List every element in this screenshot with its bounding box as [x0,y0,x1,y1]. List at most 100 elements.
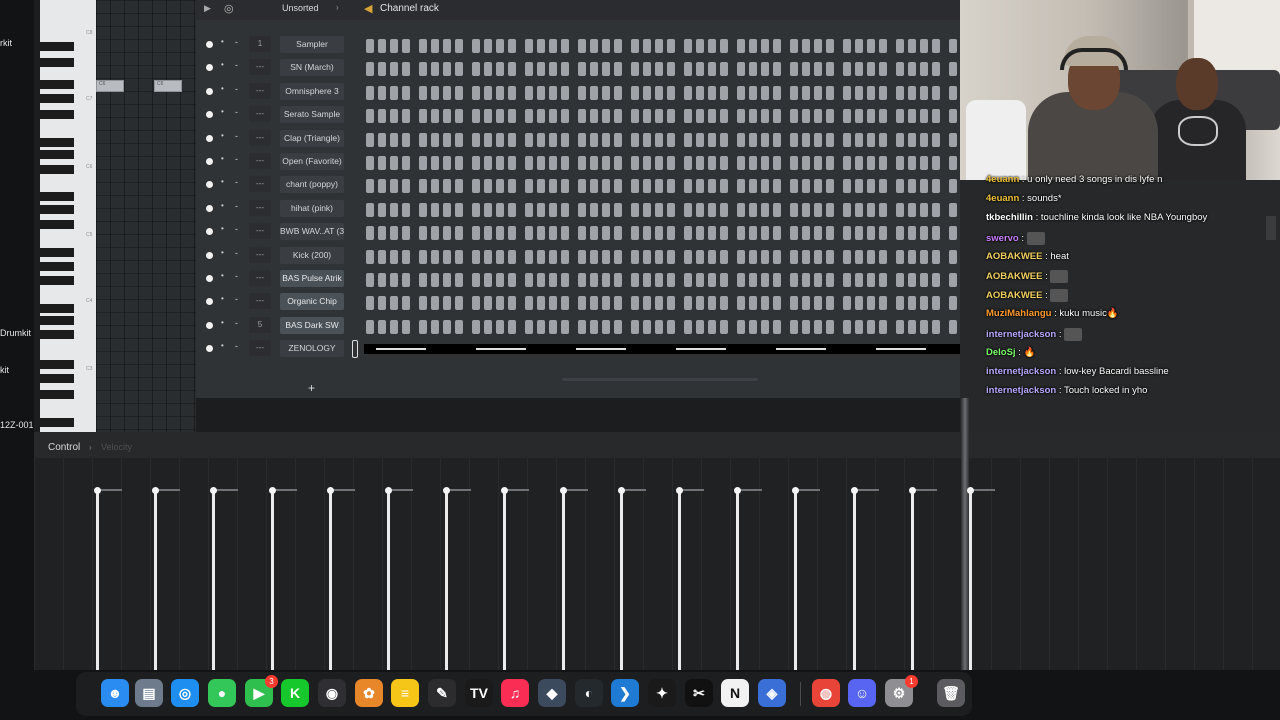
step-button[interactable] [908,202,916,217]
step-button[interactable] [472,132,480,147]
step-button[interactable] [737,109,745,124]
step-button[interactable] [843,179,851,194]
piano-keyboard[interactable]: C8 C7 C6 C5 C4 C3 [40,0,96,432]
step-button[interactable] [761,249,769,264]
step-button[interactable] [496,226,504,241]
step-button[interactable] [472,156,480,170]
step-button[interactable] [761,226,769,241]
step-button[interactable] [643,85,651,100]
step-button[interactable] [390,39,398,53]
step-button[interactable] [696,62,704,77]
channel-button[interactable]: chant (poppy) [280,176,344,194]
step-button[interactable] [431,85,439,100]
step-button[interactable] [920,132,928,147]
step-button[interactable] [667,109,675,124]
step-button[interactable] [508,319,516,334]
channel-button[interactable]: Serato Sample [280,106,344,124]
step-button[interactable] [708,296,716,311]
browser-item[interactable]: Drumkit [0,328,31,338]
pen-icon[interactable]: ✎ [428,679,456,707]
step-button[interactable] [643,226,651,241]
step-button[interactable] [472,39,480,53]
step-button[interactable] [773,132,781,147]
step-button[interactable] [578,226,586,241]
velocity-handle[interactable] [617,487,625,494]
velocity-handle[interactable] [908,487,916,494]
step-button[interactable] [390,226,398,241]
step-button[interactable] [525,226,533,241]
step-button[interactable] [561,296,569,311]
step-button[interactable] [390,85,398,100]
step-button[interactable] [590,62,598,77]
step-button[interactable] [508,109,516,124]
step-button[interactable] [525,273,533,287]
step-button[interactable] [508,226,516,241]
step-button[interactable] [720,109,728,124]
step-button[interactable] [696,273,704,287]
step-button[interactable] [549,273,557,287]
step-button[interactable] [561,202,569,217]
step-button[interactable] [720,85,728,100]
step-button[interactable] [631,202,639,217]
step-button[interactable] [561,62,569,77]
volume-knob[interactable]: - [235,60,238,70]
volume-knob[interactable]: - [235,131,238,141]
step-button[interactable] [814,39,822,53]
mixer-track-number[interactable]: --- [249,106,271,123]
step-button[interactable] [614,249,622,264]
step-button[interactable] [814,249,822,264]
step-button[interactable] [602,62,610,77]
step-button[interactable] [932,179,940,194]
step-button[interactable] [561,249,569,264]
step-button[interactable] [737,179,745,194]
step-button[interactable] [843,202,851,217]
step-button[interactable] [578,156,586,170]
step-button[interactable] [802,319,810,334]
browser-item[interactable]: 12Z-001 [0,420,34,430]
step-button[interactable] [667,132,675,147]
step-button[interactable] [790,249,798,264]
step-button[interactable] [643,39,651,53]
step-button[interactable] [814,226,822,241]
channel-button[interactable]: hihat (pink) [280,199,344,217]
velocity-bar[interactable] [387,490,390,670]
step-button[interactable] [761,109,769,124]
step-button[interactable] [578,319,586,334]
step-button[interactable] [684,249,692,264]
step-button[interactable] [455,319,463,334]
step-button[interactable] [578,62,586,77]
step-button[interactable] [908,62,916,77]
step-button[interactable] [643,296,651,311]
step-button[interactable] [684,39,692,53]
step-button[interactable] [708,156,716,170]
step-button[interactable] [484,319,492,334]
step-button[interactable] [366,132,374,147]
step-button[interactable] [790,62,798,77]
step-button[interactable] [378,179,386,194]
step-button[interactable] [366,62,374,77]
step-button[interactable] [390,62,398,77]
step-button[interactable] [749,39,757,53]
step-button[interactable] [802,202,810,217]
step-button[interactable] [643,319,651,334]
step-button[interactable] [737,85,745,100]
step-button[interactable] [455,249,463,264]
step-button[interactable] [749,156,757,170]
step-button[interactable] [431,179,439,194]
step-button[interactable] [602,85,610,100]
step-button[interactable] [790,319,798,334]
step-button[interactable] [802,249,810,264]
black-key[interactable] [40,220,74,229]
step-button[interactable] [431,226,439,241]
step-button[interactable] [590,319,598,334]
step-button[interactable] [378,226,386,241]
step-button[interactable] [455,132,463,147]
step-button[interactable] [708,132,716,147]
step-button[interactable] [932,85,940,100]
velocity-handle[interactable] [385,487,392,494]
step-button[interactable] [537,296,545,311]
step-button[interactable] [561,39,569,53]
step-button[interactable] [879,226,887,241]
black-key[interactable] [40,165,74,174]
step-button[interactable] [537,156,545,170]
